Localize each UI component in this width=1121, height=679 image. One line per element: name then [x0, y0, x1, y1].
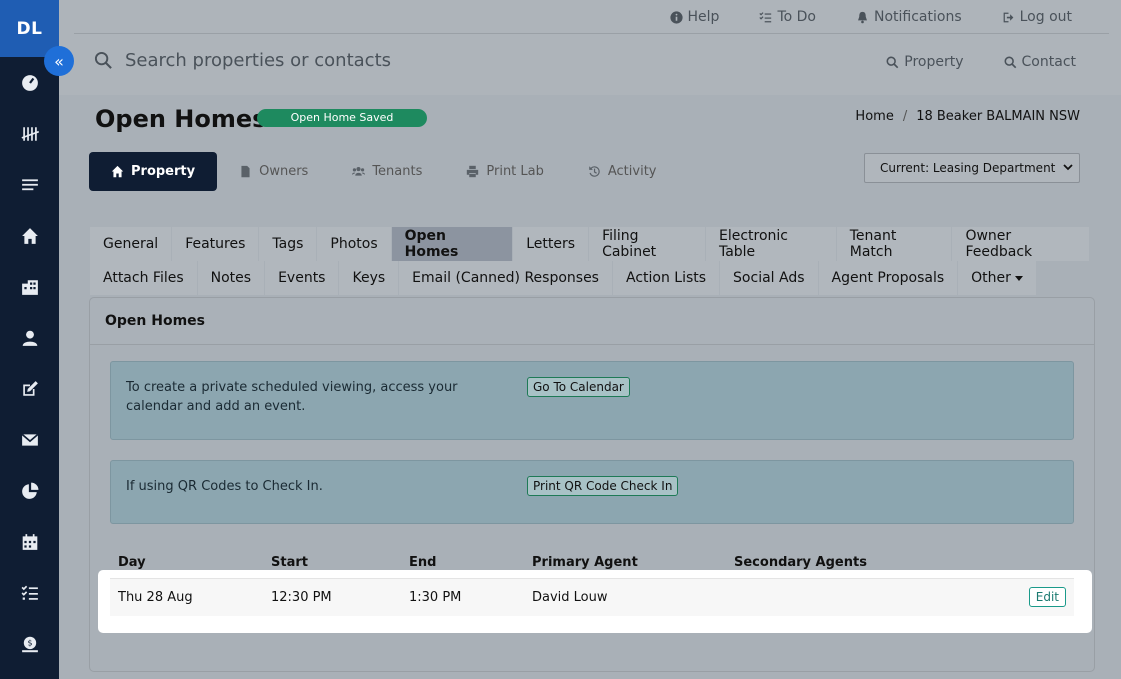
search-icon — [886, 56, 899, 68]
sidebar-icons: $ — [0, 57, 59, 669]
header-primary-agent: Primary Agent — [532, 555, 638, 570]
cell-day: Thu 28 Aug — [118, 590, 193, 605]
tab-activity[interactable]: Activity — [566, 152, 679, 191]
subtab-features[interactable]: Features — [172, 227, 259, 261]
breadcrumb-property: 18 Beaker BALMAIN NSW — [916, 109, 1080, 124]
search-scope-links: Property Contact — [886, 54, 1076, 70]
sidebar-nav: DL $ — [0, 0, 59, 679]
global-search[interactable]: Search properties or contacts — [94, 50, 391, 71]
logout-link[interactable]: Log out — [1002, 6, 1072, 28]
subtab-general[interactable]: General — [90, 227, 172, 261]
property-subtabs: General Features Tags Photos Open Homes … — [90, 227, 1090, 295]
page-title: Open Homes — [95, 105, 267, 133]
header-day: Day — [118, 555, 146, 570]
subtab-agent-proposals[interactable]: Agent Proposals — [818, 261, 958, 295]
bell-icon — [858, 11, 867, 23]
notifications-link[interactable]: Notifications — [856, 6, 962, 28]
info-icon — [669, 10, 683, 24]
subtab-attach-files[interactable]: Attach Files — [90, 261, 197, 295]
subtab-electronic-table[interactable]: Electronic Table — [705, 227, 836, 261]
subtab-row-1: General Features Tags Photos Open Homes … — [90, 227, 1090, 261]
breadcrumb-home[interactable]: Home — [855, 109, 893, 124]
subtab-owner-feedback[interactable]: Owner Feedback — [952, 227, 1089, 261]
divider — [74, 33, 1109, 34]
history-icon — [589, 166, 600, 177]
qr-info-text: If using QR Codes to Check In. — [126, 479, 323, 494]
subtab-social-ads[interactable]: Social Ads — [720, 261, 818, 295]
printer-icon — [467, 165, 479, 178]
status-badge: Open Home Saved — [257, 109, 427, 127]
department-select[interactable]: Current: Leasing Department — [864, 153, 1080, 183]
subtab-notes[interactable]: Notes — [197, 261, 265, 295]
cell-end: 1:30 PM — [409, 590, 462, 605]
double-chevron-left-icon[interactable]: « — [44, 46, 74, 76]
todo-link[interactable]: To Do — [759, 6, 816, 28]
qr-info-box: If using QR Codes to Check In. Print QR … — [110, 460, 1074, 524]
envelope-icon[interactable] — [0, 414, 59, 465]
edit-icon[interactable] — [0, 363, 59, 414]
tally-icon[interactable] — [0, 108, 59, 159]
user-icon[interactable] — [0, 312, 59, 363]
home-icon[interactable] — [0, 210, 59, 261]
subtab-row-2: Attach Files Notes Events Keys Email (Ca… — [90, 261, 1090, 295]
search-icon — [94, 51, 112, 69]
list-icon[interactable] — [0, 159, 59, 210]
search-icon — [1004, 56, 1016, 68]
help-link[interactable]: Help — [669, 6, 719, 28]
subtab-action-lists[interactable]: Action Lists — [612, 261, 720, 295]
document-icon — [241, 165, 250, 178]
subtab-tags[interactable]: Tags — [259, 227, 317, 261]
calendar-info-box: To create a private scheduled viewing, a… — [110, 361, 1074, 440]
go-to-calendar-button[interactable]: Go To Calendar — [527, 377, 630, 397]
pie-chart-icon[interactable] — [0, 465, 59, 516]
checklist-icon — [759, 11, 772, 22]
subtab-filing-cabinet[interactable]: Filing Cabinet — [589, 227, 705, 261]
header-end: End — [409, 555, 437, 570]
subtab-tenant-match[interactable]: Tenant Match — [836, 227, 952, 261]
calendar-icon[interactable] — [0, 516, 59, 567]
tab-owners[interactable]: Owners — [217, 152, 330, 191]
search-input[interactable]: Search properties or contacts — [125, 50, 391, 71]
building-icon[interactable] — [0, 261, 59, 312]
search-contact-link[interactable]: Contact — [1004, 54, 1076, 70]
subtab-events[interactable]: Events — [265, 261, 339, 295]
logout-icon — [1003, 12, 1013, 22]
table-row: Thu 28 Aug 12:30 PM 1:30 PM David Louw E… — [110, 578, 1074, 616]
property-tabs: Property Owners Tenants Print Lab Activi… — [89, 152, 679, 191]
header-secondary-agents: Secondary Agents — [734, 555, 867, 570]
subtab-keys[interactable]: Keys — [339, 261, 399, 295]
calendar-info-text: To create a private scheduled viewing, a… — [126, 380, 458, 414]
tab-property[interactable]: Property — [89, 152, 218, 191]
subtab-other-dropdown[interactable]: Other — [958, 261, 1036, 295]
cell-start: 12:30 PM — [271, 590, 332, 605]
panel-title: Open Homes — [90, 298, 1094, 345]
subtab-email-responses[interactable]: Email (Canned) Responses — [399, 261, 612, 295]
edit-button[interactable]: Edit — [1028, 587, 1066, 607]
utility-links: Help To Do Notifications Log out — [669, 6, 1121, 28]
tab-tenants[interactable]: Tenants — [330, 152, 444, 191]
print-qr-button[interactable]: Print QR Code Check In — [527, 476, 679, 496]
money-icon[interactable]: $ — [0, 618, 59, 669]
svg-text:$: $ — [27, 638, 32, 647]
subtab-letters[interactable]: Letters — [513, 227, 589, 261]
cell-primary-agent: David Louw — [532, 590, 608, 605]
subtab-photos[interactable]: Photos — [317, 227, 391, 261]
page-header: Open Homes Open Home Saved Home / 18 Bea… — [59, 95, 1121, 198]
header-start: Start — [271, 555, 308, 570]
checklist-icon[interactable] — [0, 567, 59, 618]
tab-print-lab[interactable]: Print Lab — [444, 152, 566, 191]
breadcrumb: Home / 18 Beaker BALMAIN NSW — [855, 109, 1080, 124]
caret-down-icon — [1014, 275, 1023, 281]
home-icon — [111, 165, 124, 178]
chevron-down-icon — [1063, 164, 1073, 171]
breadcrumb-separator: / — [902, 109, 908, 124]
search-property-link[interactable]: Property — [886, 54, 964, 70]
top-bar: Help To Do Notifications Log out Search … — [59, 0, 1121, 95]
subtab-open-homes[interactable]: Open Homes — [391, 227, 513, 261]
users-icon — [352, 167, 366, 176]
